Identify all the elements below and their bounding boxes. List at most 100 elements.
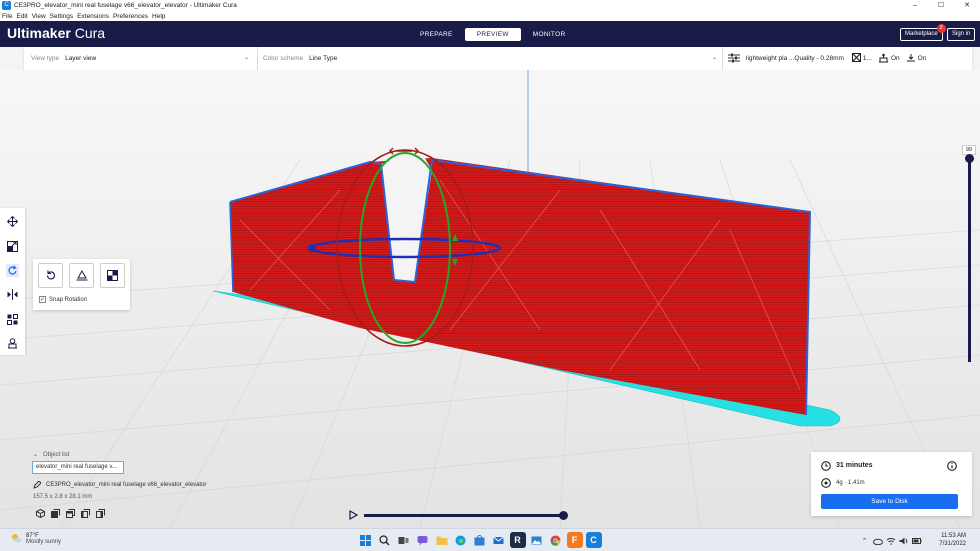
right-view-button[interactable] bbox=[93, 508, 107, 518]
task-view-icon bbox=[398, 536, 409, 544]
color-scheme-value: Line Type bbox=[309, 55, 338, 62]
scale-icon bbox=[7, 241, 18, 252]
tab-preview[interactable]: PREVIEW bbox=[464, 28, 521, 41]
print-settings-button[interactable]: lightweight pla ...Quality - 0.28mm 1...… bbox=[728, 47, 972, 70]
view-type-dropdown[interactable]: View type Layer view bbox=[31, 47, 257, 70]
play-simulation-button[interactable] bbox=[349, 509, 359, 521]
file-explorer-button[interactable] bbox=[434, 532, 450, 548]
sliders-icon bbox=[728, 53, 740, 65]
reset-icon bbox=[46, 270, 55, 280]
scale-tool-button[interactable] bbox=[6, 240, 19, 253]
chat-button[interactable] bbox=[415, 532, 431, 548]
close-button[interactable]: ✕ bbox=[954, 0, 980, 11]
edge-browser-button[interactable] bbox=[453, 532, 469, 548]
object-list-header[interactable]: ⌄ Object list bbox=[33, 451, 69, 458]
menu-help[interactable]: Help bbox=[152, 13, 165, 20]
weather-widget[interactable]: 87°F Mostly sunny bbox=[10, 532, 61, 546]
stage-tabs: PREPARE PREVIEW MONITOR bbox=[408, 28, 577, 41]
cura-window: C CE3PRO_elevator_mini real fuselage v66… bbox=[0, 0, 980, 551]
window-title: CE3PRO_elevator_mini real fuselage v66_e… bbox=[14, 2, 237, 9]
support-blocker-button[interactable] bbox=[6, 337, 19, 350]
layer-slider-track[interactable] bbox=[968, 158, 971, 362]
front-view-icon bbox=[50, 508, 60, 518]
rotate-tool-button[interactable] bbox=[6, 264, 19, 277]
cura-taskbar-button[interactable]: C bbox=[585, 532, 602, 548]
menu-extensions[interactable]: Extensions bbox=[77, 13, 109, 20]
windows-start-button[interactable] bbox=[358, 532, 374, 548]
lay-flat-button[interactable] bbox=[69, 263, 94, 288]
windows-taskbar: 87°F Mostly sunny R F C ⌃ 11:53 AM 7/31/… bbox=[0, 528, 980, 551]
system-clock[interactable]: 11:53 AM 7/31/2022 bbox=[939, 532, 966, 548]
per-model-settings-button[interactable] bbox=[6, 313, 19, 326]
menu-edit[interactable]: Edit bbox=[16, 13, 27, 20]
simulation-slider-handle[interactable] bbox=[559, 511, 568, 520]
mail-button[interactable] bbox=[491, 532, 507, 548]
cloud-icon[interactable] bbox=[872, 535, 883, 546]
store-button[interactable] bbox=[472, 532, 488, 548]
reader-app-button[interactable]: R bbox=[509, 532, 526, 548]
play-icon bbox=[349, 509, 359, 521]
snap-rotation-checkbox[interactable]: ✓ Snap Rotation bbox=[39, 296, 87, 303]
tab-prepare[interactable]: PREPARE bbox=[408, 28, 465, 41]
chevron-up-icon[interactable]: ⌃ bbox=[859, 535, 870, 546]
reset-rotation-button[interactable] bbox=[38, 263, 63, 288]
minimize-button[interactable]: – bbox=[902, 0, 928, 11]
wifi-icon[interactable] bbox=[885, 535, 896, 546]
adhesion-value: On bbox=[917, 55, 927, 62]
menu-preferences[interactable]: Preferences bbox=[113, 13, 148, 20]
divider bbox=[722, 47, 723, 70]
store-icon bbox=[474, 534, 485, 545]
rotate-handle-z[interactable] bbox=[308, 244, 316, 252]
menu-view[interactable]: View bbox=[32, 13, 46, 20]
task-view-button[interactable] bbox=[396, 532, 412, 548]
chat-icon bbox=[417, 535, 428, 545]
menu-file[interactable]: File bbox=[2, 13, 12, 20]
view-type-value: Layer view bbox=[65, 55, 97, 62]
infill-value: 1... bbox=[862, 55, 872, 62]
photos-icon bbox=[531, 536, 542, 544]
speaker-icon[interactable] bbox=[898, 535, 909, 546]
app-header: Ultimaker Cura PREPARE PREVIEW MONITOR M… bbox=[0, 21, 980, 47]
move-icon bbox=[7, 216, 18, 227]
sign-in-button[interactable]: Sign in bbox=[947, 28, 976, 41]
camera-view-buttons bbox=[33, 508, 108, 518]
top-view-button[interactable] bbox=[63, 508, 77, 518]
3d-view-button[interactable] bbox=[33, 508, 47, 518]
select-face-button[interactable] bbox=[100, 263, 125, 288]
menu-settings[interactable]: Settings bbox=[50, 13, 74, 20]
sun-cloud-icon bbox=[10, 532, 22, 546]
pinned-apps: R F C bbox=[356, 532, 603, 548]
save-to-disk-button[interactable]: Save to Disk bbox=[821, 494, 958, 509]
support-value: On bbox=[890, 55, 900, 62]
info-icon[interactable] bbox=[947, 461, 957, 473]
mirror-tool-button[interactable] bbox=[6, 288, 19, 301]
clock-icon bbox=[821, 461, 831, 473]
lay-flat-icon bbox=[76, 270, 87, 281]
marketplace-button[interactable]: Marketplace 2 bbox=[900, 24, 946, 41]
object-list-item[interactable]: elevator_mini real fuselage v... bbox=[32, 461, 124, 474]
spool-icon bbox=[821, 478, 831, 490]
simulation-slider-track[interactable] bbox=[364, 514, 564, 517]
left-view-button[interactable] bbox=[78, 508, 92, 518]
photos-app-button[interactable] bbox=[529, 532, 545, 548]
fusion-app-button[interactable]: F bbox=[566, 532, 583, 548]
tab-monitor[interactable]: MONITOR bbox=[521, 28, 578, 41]
select-face-icon bbox=[107, 270, 118, 281]
chevron-down-icon: ⌄ bbox=[244, 55, 250, 61]
layer-slider-handle[interactable] bbox=[965, 154, 974, 163]
material-usage: 4g · 1.41m bbox=[836, 480, 865, 486]
mirror-icon bbox=[7, 289, 18, 300]
chrome-browser-button[interactable] bbox=[548, 532, 564, 548]
search-button[interactable] bbox=[377, 532, 393, 548]
maximize-button[interactable]: ☐ bbox=[928, 0, 954, 11]
support-icon bbox=[878, 53, 889, 65]
move-tool-button[interactable] bbox=[6, 215, 19, 228]
clock-time: 11:53 AM bbox=[941, 533, 966, 539]
mail-icon bbox=[493, 536, 504, 544]
battery-icon[interactable] bbox=[911, 535, 922, 546]
infill-icon bbox=[851, 53, 861, 64]
divider bbox=[257, 47, 258, 70]
front-view-button[interactable] bbox=[48, 508, 62, 518]
tool-panel bbox=[0, 208, 25, 355]
color-scheme-dropdown[interactable]: Color scheme Line Type bbox=[263, 47, 718, 70]
